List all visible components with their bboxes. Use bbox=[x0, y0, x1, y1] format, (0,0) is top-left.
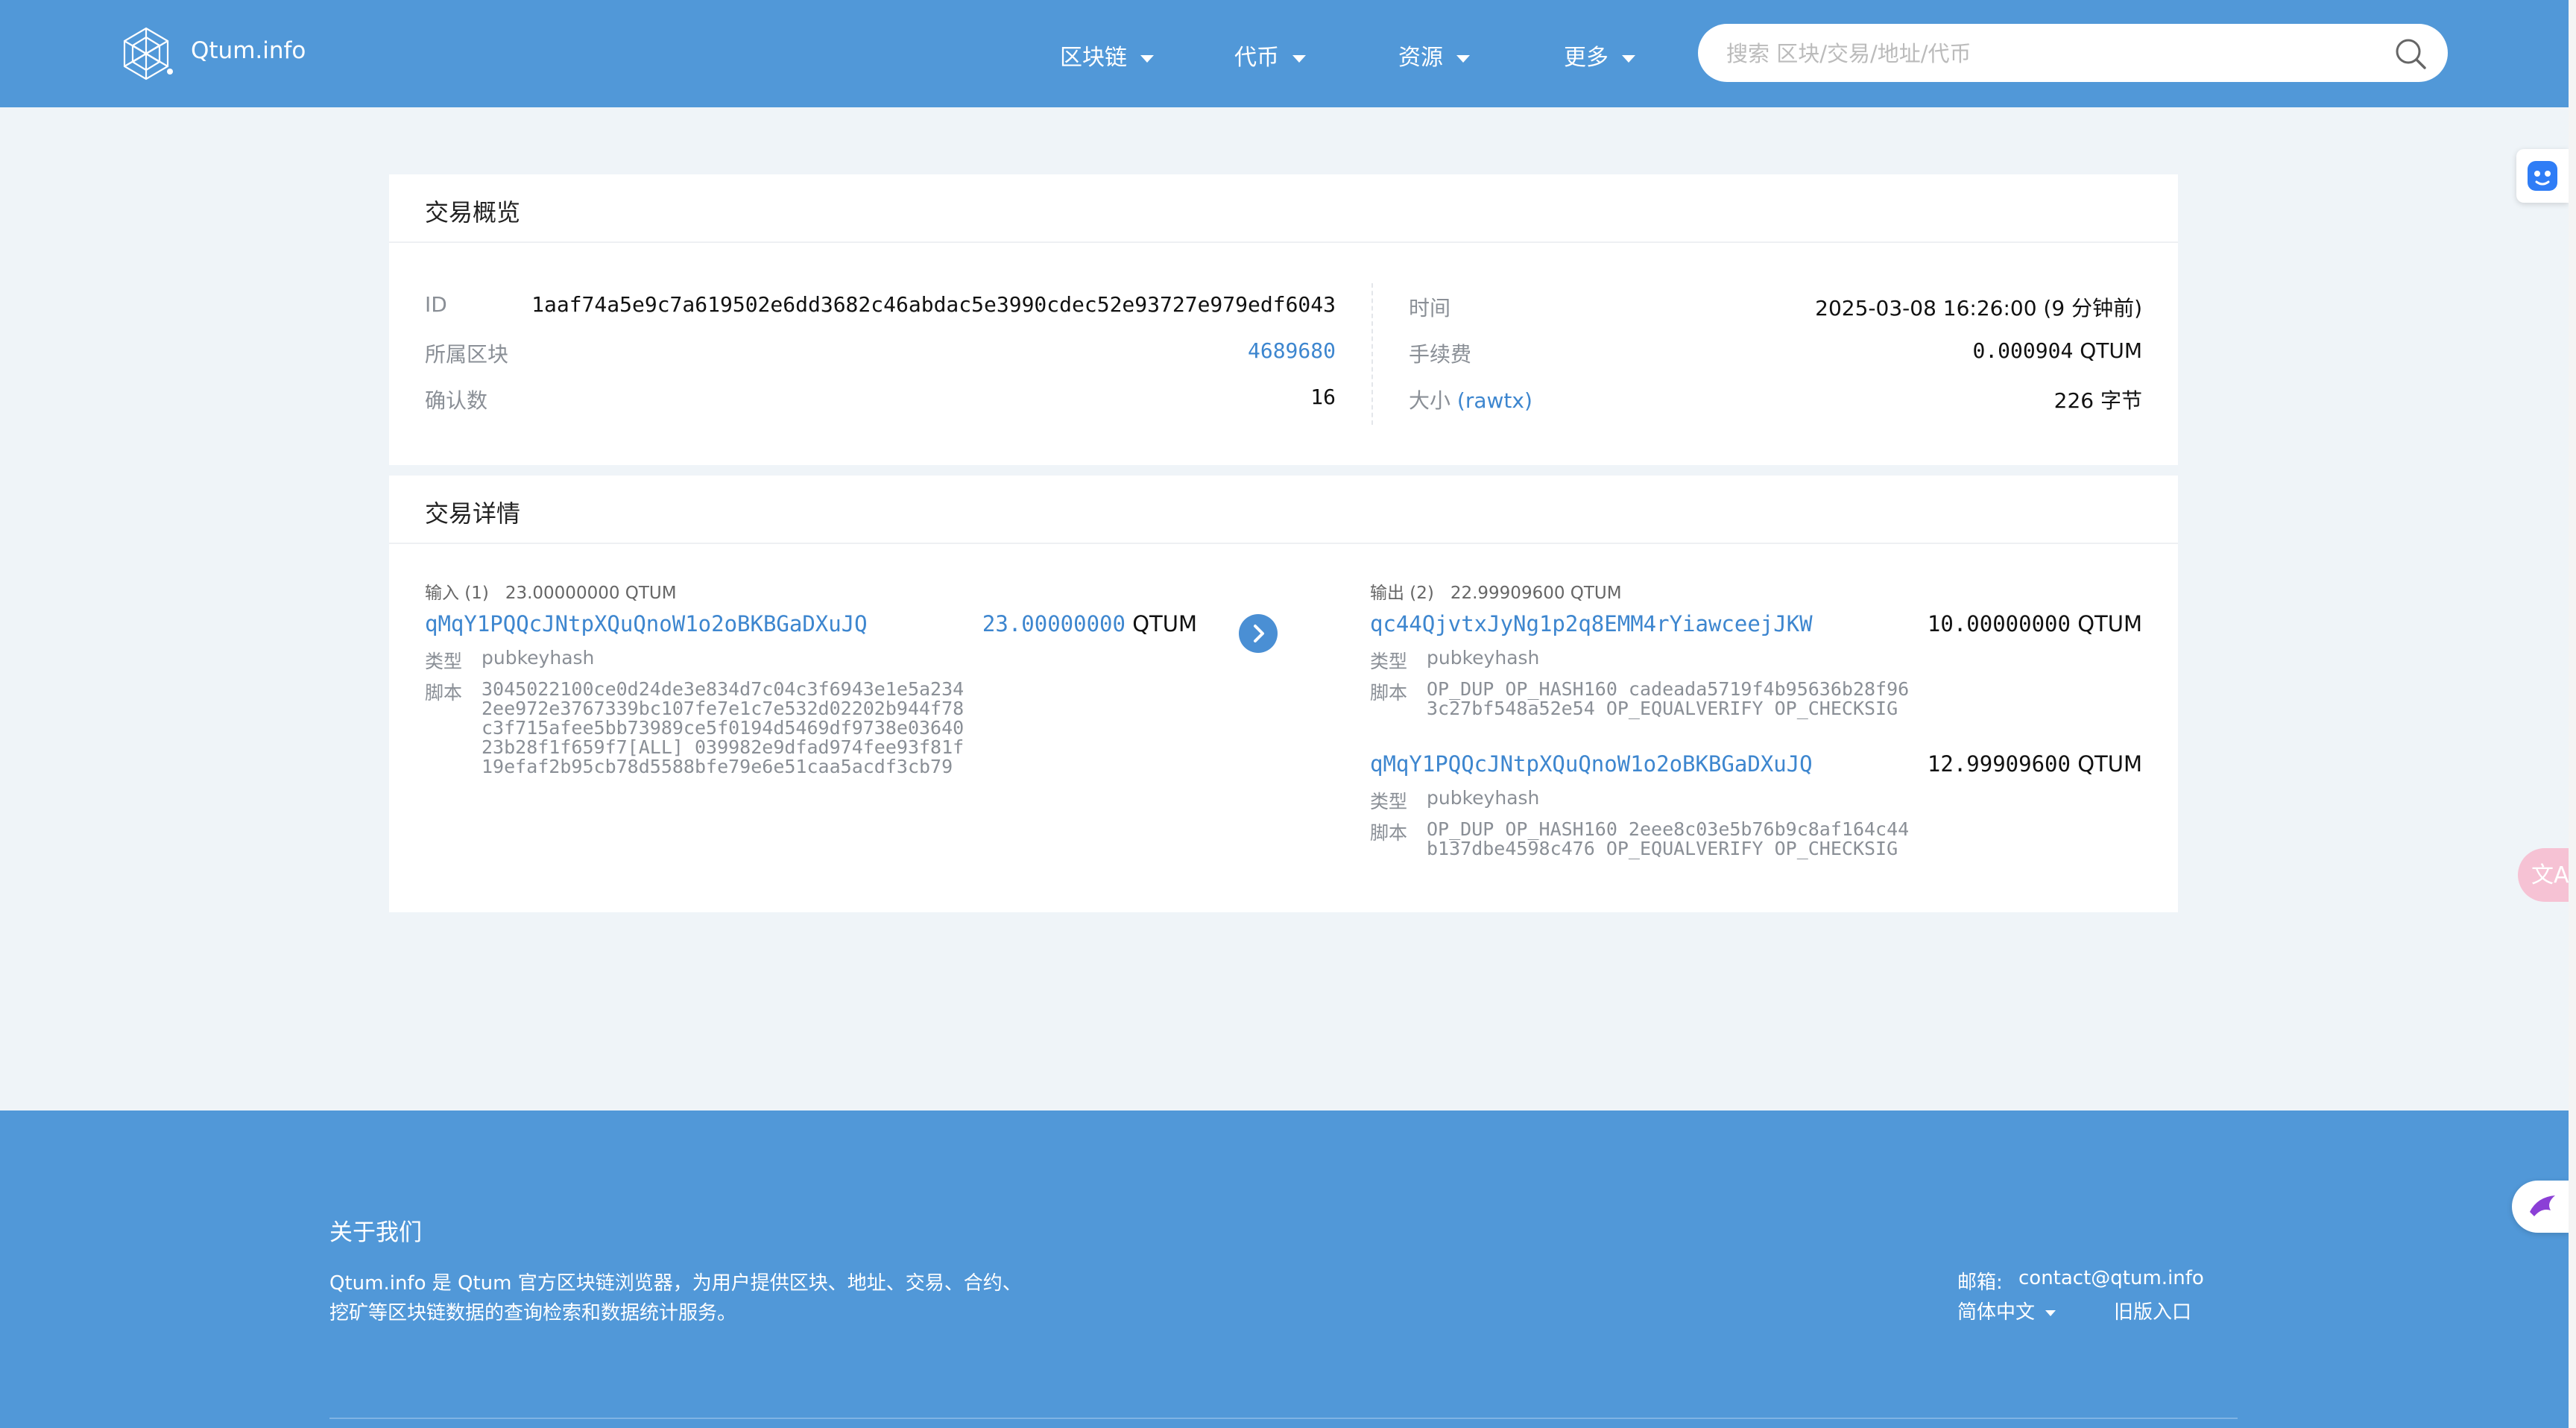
output-amount: 10.00000000 QTUM bbox=[1928, 611, 2142, 636]
caret-down-icon bbox=[1622, 54, 1635, 63]
direction-arrow-button[interactable] bbox=[1239, 614, 1278, 653]
nav-resources[interactable]: 资源 bbox=[1398, 39, 1470, 72]
footer: 关于我们 Qtum.info 是 Qtum 官方区块链浏览器，为用户提供区块、地… bbox=[0, 1111, 2569, 1428]
input-amount-unit: QTUM bbox=[1132, 611, 1197, 636]
brand-name[interactable]: Qtum.info bbox=[191, 37, 306, 64]
language-select[interactable]: 简体中文 bbox=[1957, 1297, 2056, 1324]
caret-down-icon bbox=[1292, 54, 1306, 63]
size-value: 226 字节 bbox=[2053, 388, 2142, 413]
translate-icon: 文A bbox=[2531, 862, 2569, 888]
nav-resources-label: 资源 bbox=[1398, 45, 1443, 71]
output-address-link[interactable]: qc44QjvtxJyNg1p2q8EMM4rYiawceejJKW bbox=[1370, 611, 1813, 636]
fee-unit: QTUM bbox=[2080, 338, 2142, 363]
nav-blockchain[interactable]: 区块链 bbox=[1060, 39, 1154, 72]
search-input[interactable] bbox=[1725, 24, 2339, 83]
details-card: 交易详情 输入 (1) 23.00000000 QTUM qMqY1PQQcJN… bbox=[389, 476, 2178, 912]
input-script-label: 脚本 bbox=[425, 682, 463, 704]
nav-more-label: 更多 bbox=[1564, 45, 1609, 71]
qtum-logo-icon[interactable] bbox=[118, 25, 174, 82]
output-type-label: 类型 bbox=[1370, 791, 1408, 812]
input-type: pubkeyhash bbox=[482, 647, 595, 669]
svg-text:文A: 文A bbox=[2531, 862, 2569, 888]
bird-widget[interactable] bbox=[2512, 1181, 2569, 1233]
outputs-head: 输出 (2) 22.99909600 QTUM bbox=[1370, 578, 1622, 604]
outputs-count: 输出 (2) bbox=[1370, 584, 1434, 603]
fee-label: 手续费 bbox=[1409, 342, 1472, 367]
old-version-link[interactable]: 旧版入口 bbox=[2114, 1297, 2191, 1324]
nav-tokens[interactable]: 代币 bbox=[1234, 39, 1306, 72]
inputs-total: 23.00000000 QTUM bbox=[505, 584, 677, 603]
inputs-head: 输入 (1) 23.00000000 QTUM bbox=[425, 578, 677, 604]
output-amount-value: 12.99909600 bbox=[1927, 751, 2071, 777]
id-label: ID bbox=[425, 292, 447, 317]
size-label: 大小 bbox=[1409, 388, 1451, 413]
language-label: 简体中文 bbox=[1957, 1301, 2036, 1324]
confirm-label: 确认数 bbox=[425, 388, 488, 413]
details-title: 交易详情 bbox=[425, 499, 521, 528]
search-icon[interactable] bbox=[2394, 37, 2427, 70]
block-label: 所属区块 bbox=[425, 342, 509, 367]
email-label: 邮箱: bbox=[1957, 1271, 2003, 1294]
column-divider bbox=[1371, 283, 1373, 425]
translate-widget[interactable]: 文A bbox=[2518, 848, 2569, 902]
nav-more[interactable]: 更多 bbox=[1564, 39, 1635, 72]
about-title: 关于我们 bbox=[329, 1219, 422, 1246]
outputs-total: 22.99909600 QTUM bbox=[1450, 584, 1622, 603]
output-amount-unit: QTUM bbox=[2077, 751, 2142, 777]
output-amount-unit: QTUM bbox=[2077, 611, 2142, 636]
about-text: Qtum.info 是 Qtum 官方区块链浏览器，为用户提供区块、地址、交易、… bbox=[329, 1272, 1022, 1324]
tx-id: 1aaf74a5e9c7a619502e6dd3682c46abdac5e399… bbox=[531, 292, 1336, 317]
caret-down-icon bbox=[1456, 54, 1470, 63]
scrollbar[interactable] bbox=[2569, 0, 2576, 1428]
output-script: OP_DUP OP_HASH160 cadeada5719f4b95636b28… bbox=[1427, 678, 1910, 719]
fee-value: 0.000904 QTUM bbox=[1972, 338, 2142, 363]
time-label: 时间 bbox=[1409, 296, 1451, 320]
bird-icon bbox=[2530, 1195, 2555, 1216]
block-link[interactable]: 4689680 bbox=[1248, 338, 1336, 363]
output-amount: 12.99909600 QTUM bbox=[1928, 751, 2142, 777]
output-type-label: 类型 bbox=[1370, 651, 1408, 672]
overview-title: 交易概览 bbox=[425, 198, 521, 227]
output-address-link[interactable]: qMqY1PQQcJNtpXQuQnoW1o2oBKBGaDXuJQ bbox=[1370, 751, 1813, 777]
robot-icon bbox=[2528, 161, 2557, 191]
output-script: OP_DUP OP_HASH160 2eee8c03e5b76b9c8af164… bbox=[1427, 818, 1910, 859]
input-address-link[interactable]: qMqY1PQQcJNtpXQuQnoW1o2oBKBGaDXuJQ bbox=[425, 611, 868, 636]
assistant-widget[interactable] bbox=[2516, 149, 2569, 203]
output-type: pubkeyhash bbox=[1427, 647, 1540, 669]
inputs-count: 输入 (1) bbox=[425, 584, 489, 603]
input-type-label: 类型 bbox=[425, 651, 463, 672]
details-header: 交易详情 bbox=[389, 476, 2178, 544]
confirm-count: 16 bbox=[1310, 385, 1336, 409]
output-amount-value: 10.00000000 bbox=[1927, 611, 2071, 636]
output-script-label: 脚本 bbox=[1370, 682, 1408, 704]
rawtx-link[interactable]: (rawtx) bbox=[1457, 388, 1532, 413]
input-script: 3045022100ce0d24de3e834d7c04c3f6943e1e5a… bbox=[482, 678, 965, 777]
footer-divider bbox=[329, 1418, 2238, 1419]
search-box bbox=[1698, 24, 2448, 83]
navbar: Qtum.info 区块链 代币 资源 更多 bbox=[0, 0, 2569, 107]
overview-card: 交易概览 ID 1aaf74a5e9c7a619502e6dd3682c46ab… bbox=[389, 174, 2178, 465]
output-script-label: 脚本 bbox=[1370, 822, 1408, 844]
fee-amount: 0.000904 bbox=[1972, 338, 2074, 363]
size-label-wrap: 大小 (rawtx) bbox=[1409, 385, 1532, 414]
caret-down-icon bbox=[2045, 1309, 2056, 1316]
email-link[interactable]: contact@qtum.info bbox=[2018, 1267, 2204, 1289]
time-value: 2025-03-08 16:26:00 (9 分钟前) bbox=[1815, 296, 2142, 320]
nav-tokens-label: 代币 bbox=[1234, 45, 1279, 71]
caret-down-icon bbox=[1140, 54, 1154, 63]
input-amount: 23.00000000 QTUM bbox=[982, 611, 1197, 636]
chevron-right-icon bbox=[1254, 625, 1264, 642]
input-amount-value[interactable]: 23.00000000 bbox=[982, 611, 1126, 636]
overview-header: 交易概览 bbox=[389, 174, 2178, 243]
nav-blockchain-label: 区块链 bbox=[1060, 45, 1127, 71]
output-type: pubkeyhash bbox=[1427, 787, 1540, 809]
